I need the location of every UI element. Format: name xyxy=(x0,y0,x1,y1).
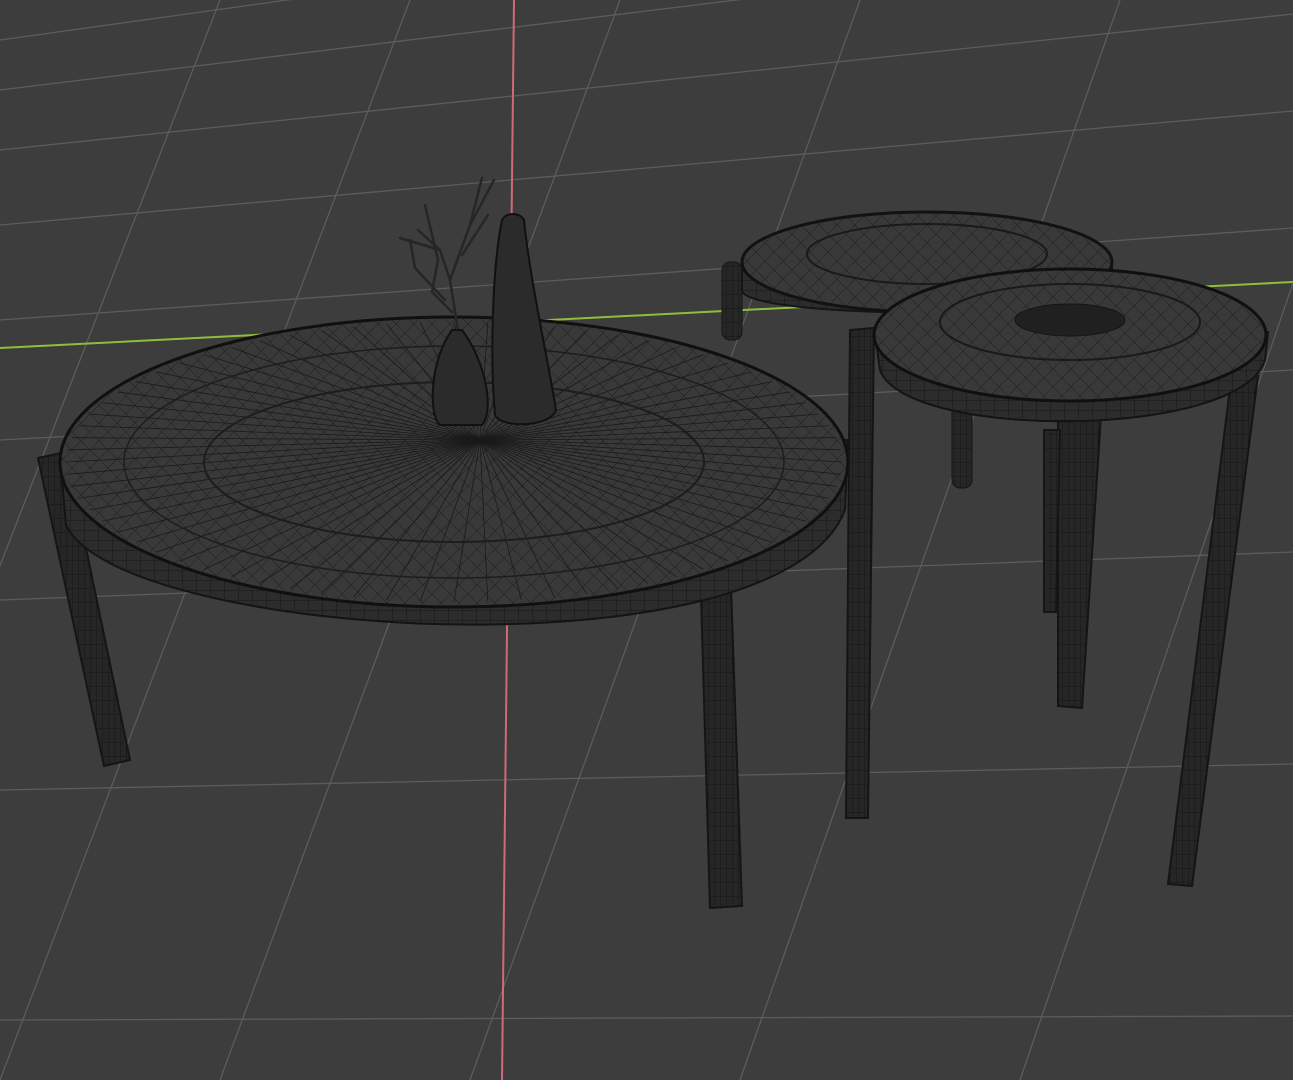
grid-line xyxy=(0,13,1293,151)
dry-branch[interactable] xyxy=(398,176,496,332)
3d-viewport[interactable] xyxy=(0,0,1293,1080)
grid-line xyxy=(0,763,1293,791)
viewport-scene[interactable] xyxy=(0,0,1293,1080)
grid-line xyxy=(0,1015,1293,1021)
tall-vase[interactable] xyxy=(491,213,558,426)
small-side-table-front[interactable] xyxy=(844,267,1270,888)
grid-line xyxy=(0,110,1293,226)
